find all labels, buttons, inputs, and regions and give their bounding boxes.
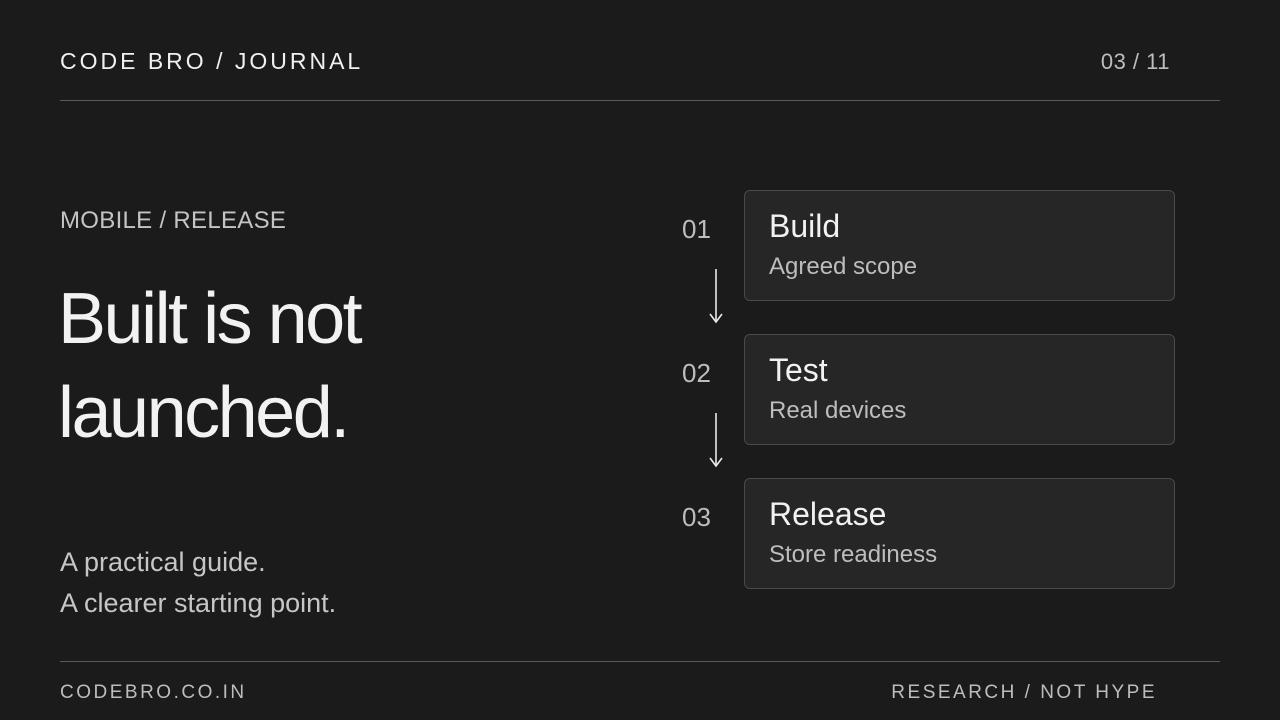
bottom-divider <box>60 661 1220 662</box>
step-card-build: Build Agreed scope <box>744 190 1175 301</box>
step-number-release: 03 <box>682 502 711 532</box>
headline-line-2: launched. <box>58 373 350 453</box>
step-title-build: Build <box>769 208 841 244</box>
brand-title: CODE BRO / JOURNAL <box>60 48 364 74</box>
step-subtitle-release: Store readiness <box>769 541 938 568</box>
page-indicator: 03 / 11 <box>1100 49 1170 74</box>
footer-site-link[interactable]: CODEBRO.CO.IN <box>60 682 247 704</box>
down-arrow-icon <box>709 413 723 468</box>
step-title-release: Release <box>769 496 887 532</box>
tagline-line-2: A clearer starting point. <box>60 588 337 618</box>
down-arrow-icon <box>709 269 723 324</box>
slide: CODE BRO / JOURNAL 03 / 11 MOBILE / RELE… <box>0 0 1280 720</box>
step-card-test: Test Real devices <box>744 334 1175 445</box>
headline: Built is not launched. <box>58 272 363 460</box>
step-subtitle-test: Real devices <box>769 397 907 424</box>
eyebrow-label: MOBILE / RELEASE <box>60 207 287 234</box>
tagline: A practical guide. A clearer starting po… <box>60 542 336 624</box>
step-number-build: 01 <box>682 214 711 244</box>
headline-line-1: Built is not <box>58 279 363 359</box>
step-number-test: 02 <box>682 358 711 388</box>
footer-motto: RESEARCH / NOT HYPE <box>891 682 1157 703</box>
step-card-release: Release Store readiness <box>744 478 1175 589</box>
tagline-line-1: A practical guide. <box>60 547 266 577</box>
step-subtitle-build: Agreed scope <box>769 253 918 280</box>
top-divider <box>60 100 1220 101</box>
step-title-test: Test <box>769 352 828 388</box>
